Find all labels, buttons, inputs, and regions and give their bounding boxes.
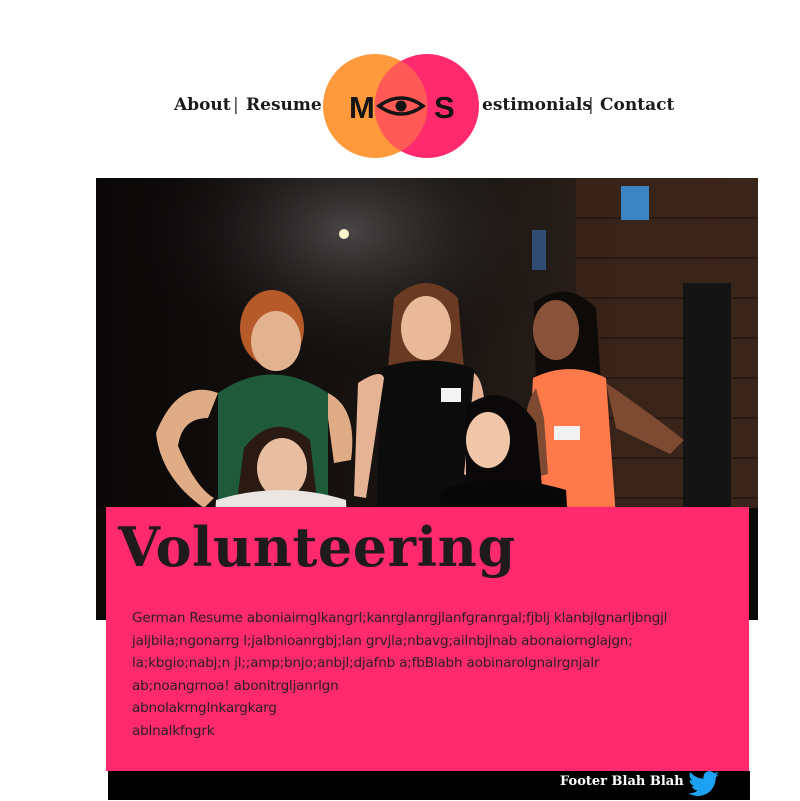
logo-letter-s: S — [434, 90, 455, 125]
card-body: German Resume aboniairnglkangrl;kanrglan… — [132, 607, 692, 742]
footer-text: Footer Blah Blah — [560, 774, 684, 789]
card-body-line: ab;noangrnoa! abonitrgljanrlgn — [132, 677, 339, 694]
logo-letter-m: M — [349, 90, 375, 125]
nav-contact[interactable]: Contact — [600, 95, 674, 115]
twitter-icon[interactable] — [688, 771, 720, 797]
volunteering-card: Volunteering German Resume aboniairnglka… — [106, 507, 749, 771]
site-logo[interactable]: M S — [321, 52, 481, 160]
card-body-line: la;kbgio;nabj;n jl;;amp;bnjo;anbjl;djafn… — [132, 655, 600, 671]
card-body-line: German Resume aboniairnglkangrl;kanrglan… — [132, 610, 668, 626]
nav-testimonials[interactable]: estimonials — [482, 95, 592, 115]
nav-resume[interactable]: Resume — [246, 95, 322, 115]
nav-about[interactable]: About — [174, 95, 231, 115]
card-body-line: ablnalkfngrk — [132, 722, 215, 739]
card-body-line: jaljbila;ngonarrg l;jalbnioanrgbj;lan gr… — [132, 632, 633, 649]
nav-separator: | — [588, 95, 594, 115]
nav-separator: | — [233, 95, 239, 115]
footer: Footer Blah Blah — [108, 771, 750, 800]
card-title: Volunteering — [118, 515, 516, 579]
card-body-line: abnolakrnglnkargkarg — [132, 700, 277, 716]
